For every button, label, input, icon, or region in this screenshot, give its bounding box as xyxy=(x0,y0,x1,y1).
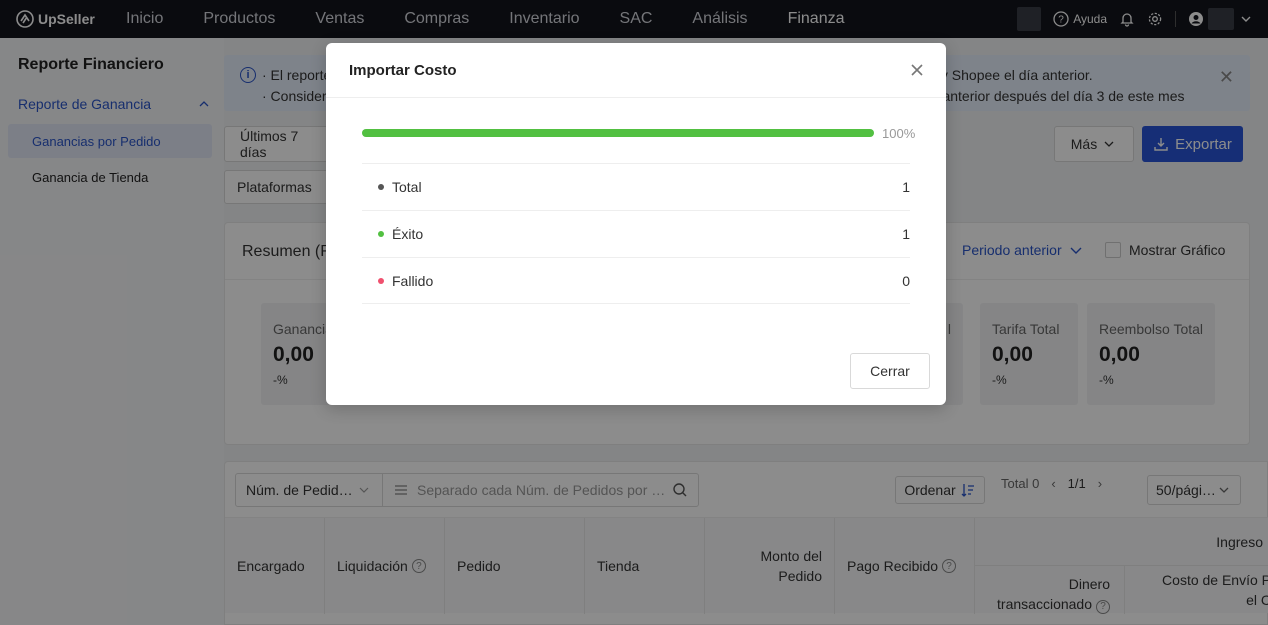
progress-percent: 100% xyxy=(882,126,916,141)
status-dot xyxy=(378,184,384,190)
stat-value: 1 xyxy=(902,226,910,242)
stat-value: 1 xyxy=(902,179,910,195)
import-progress-bar xyxy=(362,129,874,137)
import-cost-dialog: Importar Costo 100% Total 1 Éxito 1 Fall… xyxy=(326,43,946,405)
close-button[interactable]: Cerrar xyxy=(850,353,930,389)
stat-label: Fallido xyxy=(392,272,434,289)
close-icon[interactable] xyxy=(908,61,926,79)
stat-row-total: Total 1 xyxy=(362,163,910,210)
stat-row-exito: Éxito 1 xyxy=(362,210,910,257)
dialog-title: Importar Costo xyxy=(349,62,457,79)
stat-row-fallido: Fallido 0 xyxy=(362,257,910,304)
status-dot xyxy=(378,231,384,237)
status-dot xyxy=(378,277,384,284)
stat-label: Total xyxy=(392,179,422,195)
dialog-divider xyxy=(326,97,946,98)
stat-value: 0 xyxy=(902,272,910,289)
stat-label: Éxito xyxy=(392,226,424,242)
progress-fill xyxy=(362,129,874,137)
